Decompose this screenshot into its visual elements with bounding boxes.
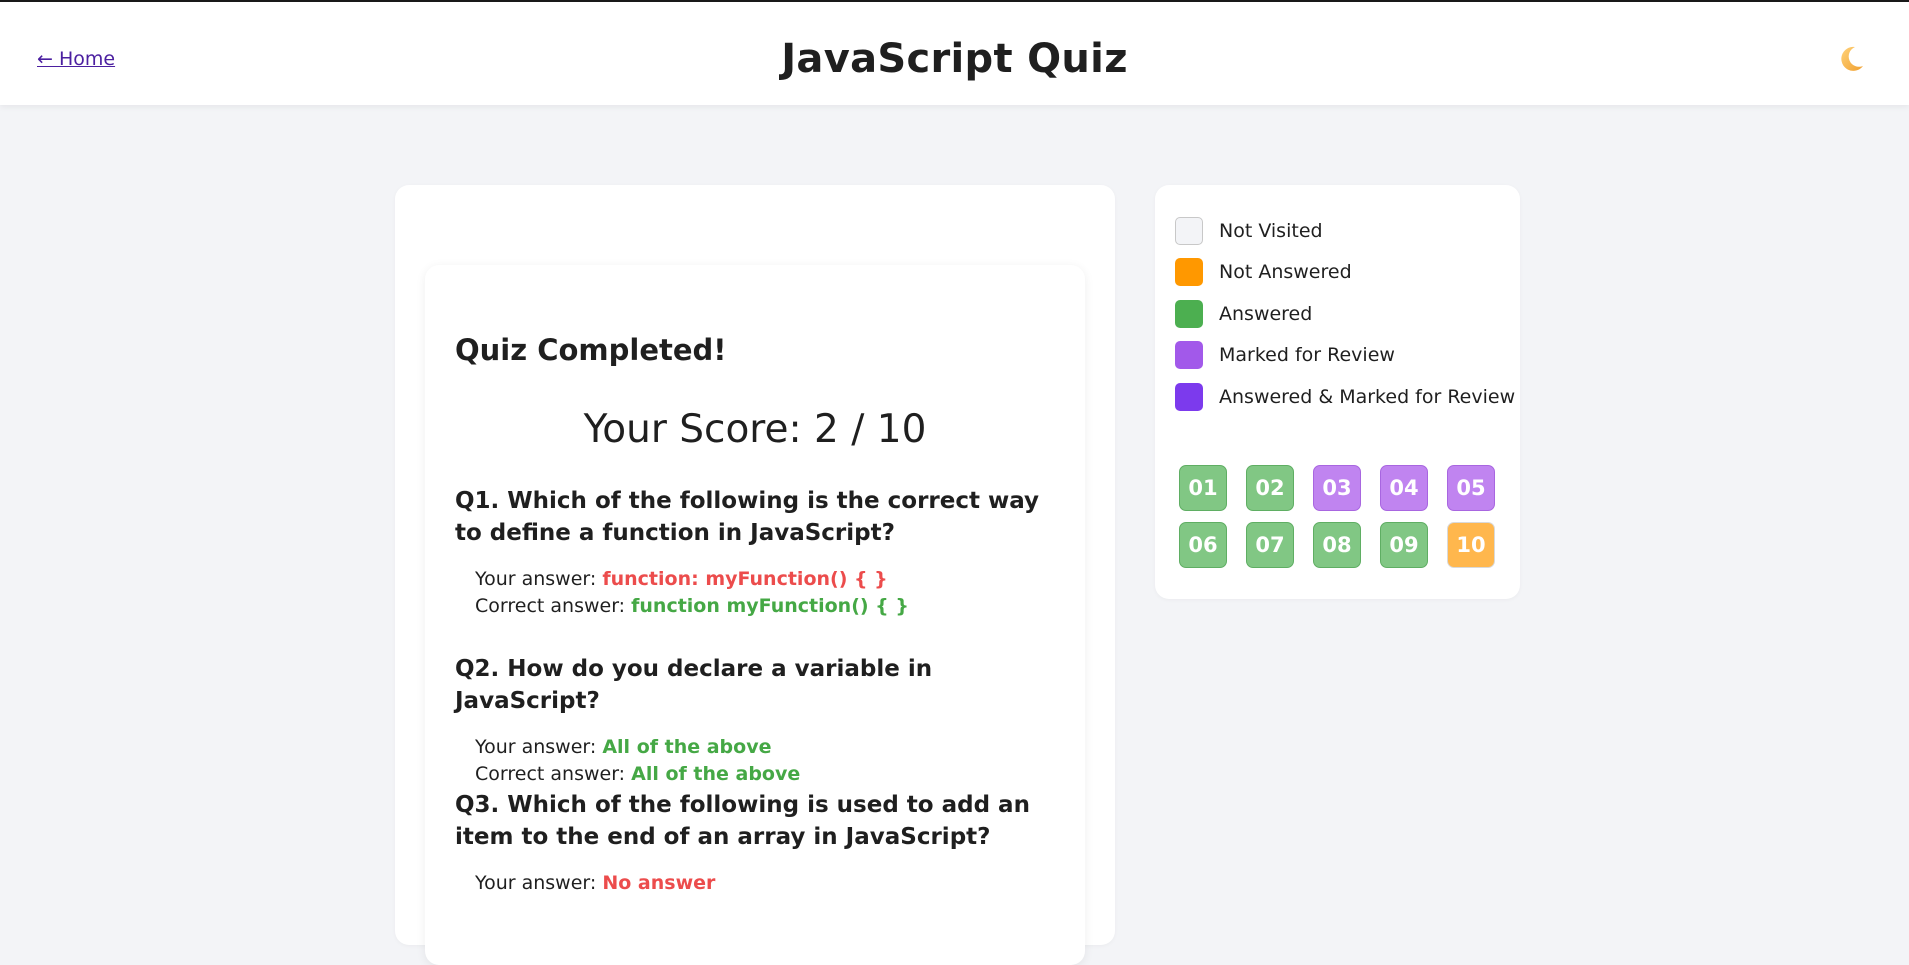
your-answer-line: Your answer: function: myFunction() { } bbox=[455, 566, 1065, 593]
legend-label: Not Visited bbox=[1219, 220, 1323, 242]
quiz-card: Quiz Completed! Your Score: 2 / 10 Q1. W… bbox=[395, 185, 1115, 965]
correct-answer-value: function myFunction() { } bbox=[631, 595, 909, 617]
correct-answer-label: Correct answer: bbox=[475, 763, 632, 785]
question-result-3: Q3. Which of the following is used to ad… bbox=[455, 789, 1065, 897]
correct-answer-line: Correct answer: function myFunction() { … bbox=[455, 593, 1065, 620]
marked-for-review-swatch bbox=[1175, 341, 1203, 369]
legend-label: Answered & Marked for Review bbox=[1219, 386, 1516, 408]
question-nav-04[interactable]: 04 bbox=[1380, 465, 1428, 511]
question-text: Q1. Which of the following is the correc… bbox=[455, 488, 1040, 546]
question-text: Q3. Which of the following is used to ad… bbox=[455, 792, 1030, 850]
answered-swatch bbox=[1175, 300, 1203, 328]
your-answer-value: function: myFunction() { } bbox=[602, 568, 888, 590]
question-text: Q2. How do you declare a variable in Jav… bbox=[455, 656, 933, 714]
your-answer-label: Your answer: bbox=[475, 872, 603, 894]
legend-label: Marked for Review bbox=[1219, 344, 1395, 366]
question-result-1: Q1. Which of the following is the correc… bbox=[455, 485, 1065, 620]
correct-answer-value: All of the above bbox=[631, 763, 801, 785]
legend-not-visited: Not Visited bbox=[1175, 216, 1323, 246]
legend-answered: Answered bbox=[1175, 299, 1312, 329]
result-card: Quiz Completed! Your Score: 2 / 10 Q1. W… bbox=[425, 265, 1085, 965]
page-title: JavaScript Quiz bbox=[781, 36, 1128, 82]
question-nav-03[interactable]: 03 bbox=[1313, 465, 1361, 511]
question-nav-08[interactable]: 08 bbox=[1313, 522, 1361, 568]
header: ← Home JavaScript Quiz bbox=[0, 2, 1909, 105]
question-nav-06[interactable]: 06 bbox=[1179, 522, 1227, 568]
your-answer-value: No answer bbox=[602, 872, 716, 894]
your-answer-label: Your answer: bbox=[475, 736, 603, 758]
legend-label: Not Answered bbox=[1219, 261, 1352, 283]
question-nav-01[interactable]: 01 bbox=[1179, 465, 1227, 511]
question-nav-02[interactable]: 02 bbox=[1246, 465, 1294, 511]
question-nav-09[interactable]: 09 bbox=[1380, 522, 1428, 568]
your-answer-label: Your answer: bbox=[475, 568, 603, 590]
your-answer-value: All of the above bbox=[602, 736, 772, 758]
your-answer-line: Your answer: No answer bbox=[455, 870, 1065, 897]
score-display: Your Score: 2 / 10 bbox=[583, 407, 927, 452]
status-panel: Not Visited Not Answered Answered Marked… bbox=[1155, 185, 1520, 599]
moon-icon[interactable] bbox=[1836, 44, 1866, 74]
legend-answered-and-marked: Answered & Marked for Review bbox=[1175, 382, 1515, 412]
quiz-completed-heading: Quiz Completed! bbox=[455, 333, 727, 367]
legend-label: Answered bbox=[1219, 303, 1313, 325]
question-result-2: Q2. How do you declare a variable in Jav… bbox=[455, 653, 1065, 788]
not-visited-swatch bbox=[1175, 217, 1203, 245]
your-answer-line: Your answer: All of the above bbox=[455, 734, 1065, 761]
answered-and-marked-swatch bbox=[1175, 383, 1203, 411]
question-nav-07[interactable]: 07 bbox=[1246, 522, 1294, 568]
question-nav-10[interactable]: 10 bbox=[1447, 522, 1495, 568]
legend-marked-for-review: Marked for Review bbox=[1175, 340, 1395, 370]
correct-answer-line: Correct answer: All of the above bbox=[455, 761, 1065, 788]
correct-answer-label: Correct answer: bbox=[475, 595, 632, 617]
question-nav-05[interactable]: 05 bbox=[1447, 465, 1495, 511]
legend-not-answered: Not Answered bbox=[1175, 257, 1352, 287]
not-answered-swatch bbox=[1175, 258, 1203, 286]
